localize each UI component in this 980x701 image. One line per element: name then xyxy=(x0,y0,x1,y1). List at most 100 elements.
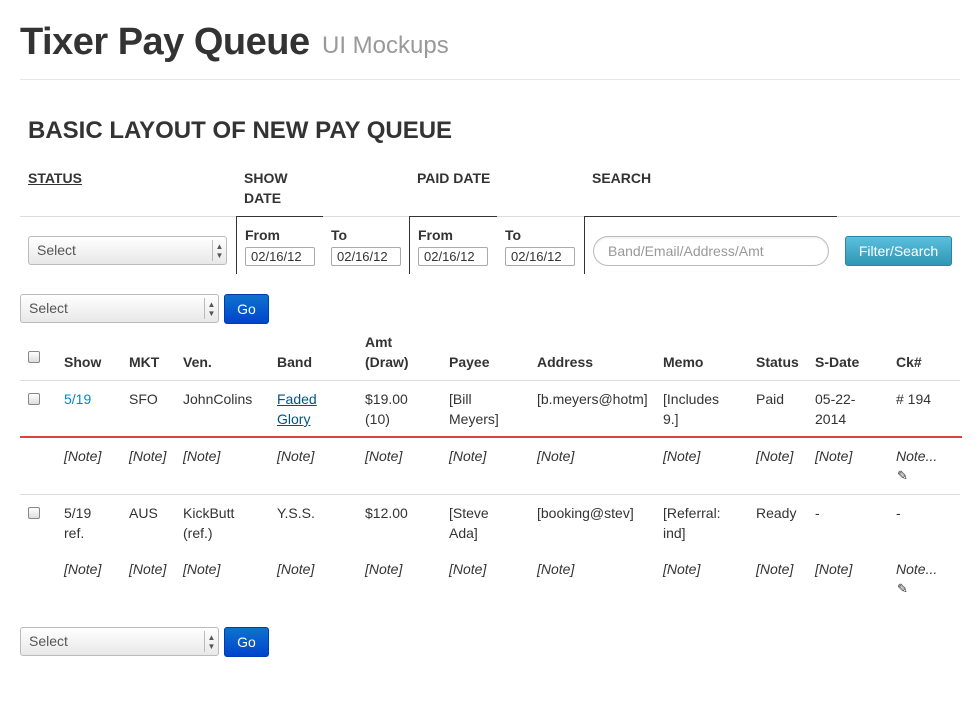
address-cell: [b.meyers@hotm] xyxy=(537,391,648,407)
note-cell: [Note] xyxy=(64,448,102,464)
memo-cell: [Includes xyxy=(663,391,720,407)
note-cell: [Note] xyxy=(129,448,167,464)
note-cell: [Note] xyxy=(183,561,221,577)
note-cell: [Note] xyxy=(64,561,102,577)
status-select[interactable]: Select ▲ ▼ xyxy=(28,236,227,265)
note-cell: [Note] xyxy=(277,561,315,577)
paid-from-input[interactable]: 02/16/12 xyxy=(418,247,488,266)
band-cell: Y.S.S. xyxy=(277,505,315,521)
col-header-show: Show xyxy=(64,354,102,370)
pencil-icon[interactable]: ✎ xyxy=(897,582,908,595)
show-date-label-line2: DATE xyxy=(244,190,282,206)
section-title: BASIC LAYOUT OF NEW PAY QUEUE xyxy=(28,117,453,144)
col-header-band: Band xyxy=(277,354,312,370)
filter-search-button[interactable]: Filter/Search xyxy=(845,236,952,266)
note-cell: [Note] xyxy=(663,448,701,464)
amount-cell: $12.00 xyxy=(365,505,408,521)
show-date-cell-line2: ref. xyxy=(64,525,85,541)
go-button-bottom[interactable]: Go xyxy=(224,627,269,657)
page-subtitle: UI Mockups xyxy=(322,32,449,59)
note-cell: [Note] xyxy=(449,448,487,464)
col-header-ck: Ck# xyxy=(896,354,922,370)
edit-note-link[interactable]: Note... xyxy=(896,559,937,579)
check-number-cell: - xyxy=(896,505,901,521)
check-number-cell: # 194 xyxy=(896,391,932,407)
paid-to-input[interactable]: 02/16/12 xyxy=(505,247,575,266)
bulk-select-value-bottom: Select xyxy=(29,633,68,649)
show-to-label: To xyxy=(331,227,348,243)
memo-cell-line2: ind] xyxy=(663,525,686,541)
show-date-link[interactable]: 5/19 xyxy=(64,389,91,409)
note-cell: [Note] xyxy=(129,561,167,577)
payee-cell-line2: Ada] xyxy=(449,525,478,541)
show-date-label-line1: SHOW xyxy=(244,170,288,186)
band-link-line2[interactable]: Glory xyxy=(277,409,310,429)
page-title: Tixer Pay Queue xyxy=(20,21,310,63)
page-header: Tixer Pay Queue UI Mockups xyxy=(20,20,960,80)
status-select-value: Select xyxy=(37,242,76,258)
status-filter-label[interactable]: STATUS xyxy=(28,168,82,188)
col-header-memo: Memo xyxy=(663,354,704,370)
col-header-sdate: S-Date xyxy=(815,354,860,370)
select-arrows-icon: ▲ ▼ xyxy=(212,240,226,261)
sdate-cell: - xyxy=(815,505,820,521)
payee-cell: [Bill xyxy=(449,391,472,407)
row-divider xyxy=(20,494,960,495)
bulk-action-select-top[interactable]: Select ▲ ▼ xyxy=(20,294,219,323)
col-header-address: Address xyxy=(537,354,594,370)
col-header-amt: Amt xyxy=(365,334,393,350)
show-date-cell: 5/19 xyxy=(64,505,92,521)
venue-cell-line2: (ref.) xyxy=(183,525,213,541)
select-arrows-icon: ▲ ▼ xyxy=(204,631,218,652)
search-input[interactable]: Band/Email/Address/Amt xyxy=(593,236,829,266)
note-cell: [Note] xyxy=(537,448,575,464)
bulk-action-select-bottom[interactable]: Select ▲ ▼ xyxy=(20,627,219,656)
paid-date-label: PAID DATE xyxy=(417,170,491,186)
note-cell: [Note] xyxy=(365,448,403,464)
col-header-payee: Payee xyxy=(449,354,490,370)
show-from-input[interactable]: 02/16/12 xyxy=(245,247,315,266)
note-cell: [Note] xyxy=(663,561,701,577)
status-cell: Ready xyxy=(756,505,797,521)
select-all-checkbox[interactable] xyxy=(28,351,40,363)
bulk-select-value-top: Select xyxy=(29,300,68,316)
paid-from-label: From xyxy=(418,227,453,243)
address-cell: [booking@stev] xyxy=(537,505,634,521)
row-checkbox[interactable] xyxy=(28,507,40,519)
show-from-label: From xyxy=(245,227,280,243)
note-cell: [Note] xyxy=(756,561,794,577)
sdate-cell: 05-22- xyxy=(815,391,856,407)
table-header-divider xyxy=(20,380,960,381)
row-checkbox[interactable] xyxy=(28,393,40,405)
venue-cell: JohnColins xyxy=(183,391,253,407)
search-label: SEARCH xyxy=(592,170,652,186)
paid-to-label: To xyxy=(505,227,522,243)
col-header-amt-draw: (Draw) xyxy=(365,354,409,370)
pencil-icon[interactable]: ✎ xyxy=(897,469,908,482)
payee-cell: [Steve xyxy=(449,505,489,521)
note-cell: [Note] xyxy=(815,561,853,577)
note-cell: [Note] xyxy=(815,448,853,464)
go-button-top[interactable]: Go xyxy=(224,294,269,324)
select-arrows-icon: ▲ ▼ xyxy=(204,298,218,319)
col-header-ven: Ven. xyxy=(183,354,212,370)
draw-cell: (10) xyxy=(365,411,390,427)
show-to-input[interactable]: 02/16/12 xyxy=(331,247,401,266)
sdate-cell-line2: 2014 xyxy=(815,411,847,427)
edit-note-link[interactable]: Note... xyxy=(896,446,937,466)
note-cell: [Note] xyxy=(537,561,575,577)
note-cell: [Note] xyxy=(365,561,403,577)
payee-cell-line2: Meyers] xyxy=(449,411,499,427)
note-cell: [Note] xyxy=(449,561,487,577)
note-cell: [Note] xyxy=(183,448,221,464)
band-link[interactable]: Faded xyxy=(277,389,317,409)
memo-cell-line2: 9.] xyxy=(663,411,679,427)
mkt-cell: AUS xyxy=(129,505,158,521)
col-header-status: Status xyxy=(756,354,799,370)
venue-cell: KickButt xyxy=(183,505,235,521)
amount-cell: $19.00 xyxy=(365,391,408,407)
note-cell: [Note] xyxy=(756,448,794,464)
status-cell: Paid xyxy=(756,391,785,407)
highlight-divider xyxy=(20,436,962,438)
mkt-cell: SFO xyxy=(129,391,158,407)
